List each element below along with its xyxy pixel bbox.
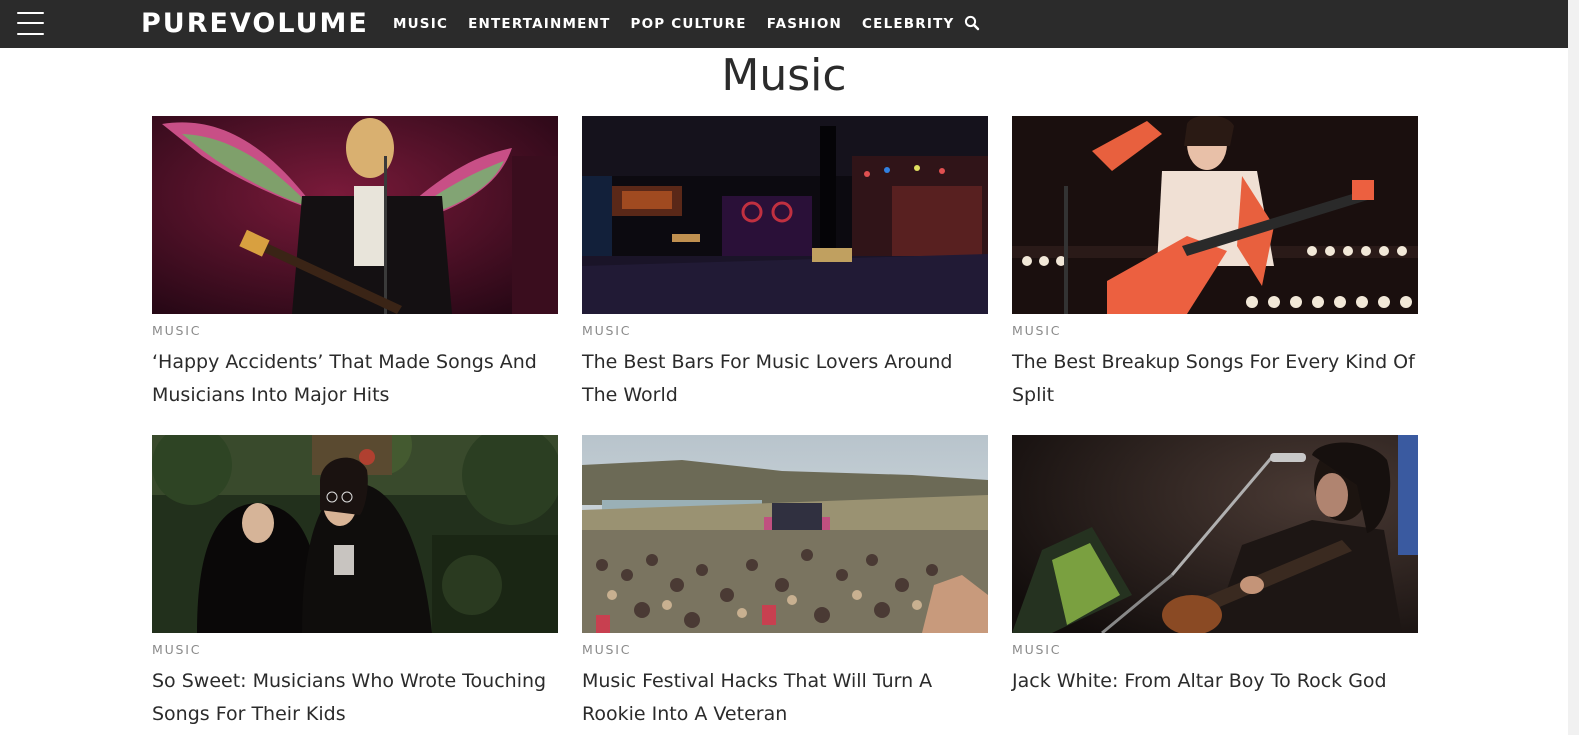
article-thumbnail-festival-crowd[interactable] <box>582 435 988 633</box>
top-navigation-bar: PUREVOLUME MUSIC ENTERTAINMENT POP CULTU… <box>0 0 1568 48</box>
page-title: Music <box>721 50 847 101</box>
article-title[interactable]: ‘Happy Accidents’ That Made Songs And Mu… <box>152 346 562 412</box>
article-category[interactable]: MUSIC <box>152 642 201 658</box>
search-icon[interactable] <box>964 15 980 31</box>
article-card[interactable]: MUSIC Music Festival Hacks That Will Tur… <box>582 435 988 725</box>
article-category[interactable]: MUSIC <box>152 323 201 339</box>
article-title[interactable]: The Best Breakup Songs For Every Kind Of… <box>1012 346 1422 412</box>
article-category[interactable]: MUSIC <box>1012 323 1061 339</box>
article-card[interactable]: MUSIC So Sweet: Musicians Who Wrote Touc… <box>152 435 558 725</box>
site-logo[interactable]: PUREVOLUME <box>141 7 369 41</box>
article-card[interactable]: MUSIC ‘Happy Accidents’ That Made Songs … <box>152 116 558 406</box>
nav-item-entertainment[interactable]: ENTERTAINMENT <box>468 16 610 32</box>
hamburger-menu-icon[interactable] <box>17 12 45 36</box>
article-card[interactable]: MUSIC Jack White: From Altar Boy To Rock… <box>1012 435 1418 692</box>
page-scrollbar[interactable] <box>1568 0 1579 735</box>
article-title[interactable]: Music Festival Hacks That Will Turn A Ro… <box>582 665 992 731</box>
article-thumbnail-music-bar[interactable] <box>582 116 988 314</box>
article-thumbnail-concert-guitarist[interactable] <box>152 116 558 314</box>
nav-item-music[interactable]: MUSIC <box>393 16 448 32</box>
article-title[interactable]: So Sweet: Musicians Who Wrote Touching S… <box>152 665 562 731</box>
nav-item-fashion[interactable]: FASHION <box>767 16 842 32</box>
article-card[interactable]: MUSIC The Best Bars For Music Lovers Aro… <box>582 116 988 406</box>
article-thumbnail-couple-in-forest[interactable] <box>152 435 558 633</box>
nav-item-pop-culture[interactable]: POP CULTURE <box>631 16 747 32</box>
article-title[interactable]: The Best Bars For Music Lovers Around Th… <box>582 346 992 412</box>
article-thumbnail-singer-with-guitar[interactable] <box>1012 116 1418 314</box>
nav-item-celebrity[interactable]: CELEBRITY <box>862 16 954 32</box>
article-thumbnail-guitarist-performing[interactable] <box>1012 435 1418 633</box>
main-nav: MUSIC ENTERTAINMENT POP CULTURE FASHION … <box>393 14 975 34</box>
article-category[interactable]: MUSIC <box>582 323 631 339</box>
article-title[interactable]: Jack White: From Altar Boy To Rock God <box>1012 665 1422 698</box>
article-category[interactable]: MUSIC <box>1012 642 1061 658</box>
article-category[interactable]: MUSIC <box>582 642 631 658</box>
article-card[interactable]: MUSIC The Best Breakup Songs For Every K… <box>1012 116 1418 406</box>
